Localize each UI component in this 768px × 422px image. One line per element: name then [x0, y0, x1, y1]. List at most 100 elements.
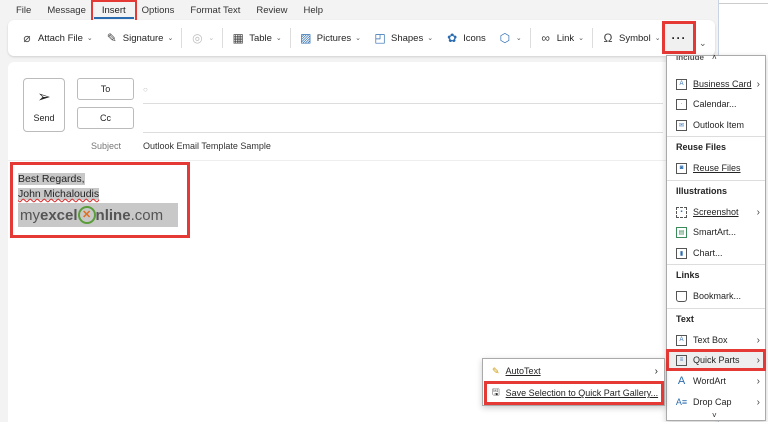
item-label: Drop Cap	[693, 397, 732, 407]
item-label: Calendar...	[693, 99, 737, 109]
pictures-button[interactable]: ▨ Pictures ⌄	[293, 25, 367, 51]
item-label: Business Card	[693, 79, 752, 89]
tab-help[interactable]: Help	[296, 3, 332, 19]
text-heading: Text	[676, 314, 694, 324]
more-options-button[interactable]: ···	[662, 21, 696, 54]
menu-chart[interactable]: ▮ Chart...	[667, 243, 765, 263]
business-card-icon: A	[676, 78, 687, 90]
signature-label: Signature	[122, 32, 164, 44]
divider	[143, 132, 663, 133]
item-label: WordArt	[693, 376, 726, 386]
subject-field[interactable]: Outlook Email Template Sample	[143, 141, 271, 151]
include-heading: Include	[676, 56, 705, 62]
menu-outlook-item[interactable]: ✉ Outlook Item	[667, 115, 765, 135]
attach-file-button[interactable]: ⌀ Attach File ⌄	[14, 25, 99, 51]
cc-field[interactable]	[143, 104, 663, 132]
attach-label: Attach File	[38, 32, 83, 44]
item-label: Chart...	[693, 248, 723, 258]
smartart-icon: ▤	[676, 226, 687, 238]
shapes-icon: ◰	[374, 31, 386, 45]
expand-ribbon-chevron-icon[interactable]: ⌄	[699, 38, 707, 49]
shapes-button[interactable]: ◰ Shapes ⌄	[367, 25, 439, 51]
menu-wordart[interactable]: A WordArt ›	[667, 371, 765, 391]
picture-icon: ▨	[300, 31, 312, 45]
scroll-down-icon[interactable]: ˅	[712, 411, 717, 420]
item-label: Text Box	[693, 335, 728, 345]
ribbon-toolbar: ⌀ Attach File ⌄ ✎ Signature ⌄ ◎ ⌄ ▦ Table ⌄ ▨ Pi…	[8, 20, 715, 56]
item-label: Save Selection to Quick Part Gallery...	[505, 388, 659, 398]
icons-button[interactable]: ✿ Icons	[439, 25, 492, 51]
menu-business-card[interactable]: A Business Card ›	[667, 74, 765, 94]
save-icon: 🖫	[492, 387, 500, 397]
menu-calendar[interactable]: · Calendar...	[667, 94, 765, 114]
table-button[interactable]: ▦ Table ⌄	[225, 25, 288, 51]
reuse-files-icon: ◙	[676, 162, 687, 174]
tab-options[interactable]: Options	[134, 3, 183, 19]
symbol-button[interactable]: Ω Symbol ⌄	[595, 25, 667, 51]
links-heading: Links	[676, 270, 700, 280]
item-label: Reuse Files	[693, 163, 741, 173]
tab-message[interactable]: Message	[39, 3, 94, 19]
menu-autotext[interactable]: ✎ AutoText ›	[486, 361, 662, 381]
tab-format-text[interactable]: Format Text	[182, 3, 248, 19]
cube-icon: ⬡	[499, 31, 511, 45]
company-logo: myexcel ✕ nline .com	[18, 203, 178, 227]
signature-icon: ✎	[106, 31, 117, 45]
loop-button[interactable]: ◎ ⌄	[184, 25, 220, 51]
signature-button[interactable]: ✎ Signature ⌄	[99, 25, 180, 51]
loop-icon: ◎	[192, 31, 203, 45]
signature-line-2: John Michaloudis	[18, 188, 100, 200]
divider	[8, 160, 715, 161]
screenshot-icon: ▪	[676, 206, 687, 218]
scroll-up-icon[interactable]: ˄	[712, 53, 717, 62]
menu-quick-parts[interactable]: ≡ Quick Parts ›	[666, 349, 766, 371]
signature-line-1: Best Regards,	[18, 173, 85, 185]
tab-review[interactable]: Review	[248, 3, 295, 19]
item-label: Screenshot	[693, 207, 739, 217]
outlook-item-icon: ✉	[676, 119, 687, 131]
menu-screenshot[interactable]: ▪ Screenshot ›	[667, 202, 765, 222]
send-button[interactable]: ➢ Send	[23, 78, 65, 132]
paperclip-icon: ⌀	[23, 31, 31, 45]
ribbon-tabs: File Message Insert Options Format Text …	[8, 0, 332, 22]
send-icon: ➢	[37, 89, 51, 106]
link-label: Link	[556, 32, 575, 44]
item-label: SmartArt...	[693, 227, 737, 237]
item-label: Quick Parts	[693, 355, 740, 365]
omega-icon: Ω	[603, 31, 613, 45]
to-field[interactable]	[143, 78, 663, 103]
link-button[interactable]: ∞ Link ⌄	[533, 25, 590, 51]
menu-reuse-files[interactable]: ◙ Reuse Files	[667, 158, 765, 178]
menu-bookmark[interactable]: Bookmark...	[667, 286, 765, 306]
reuse-files-heading: Reuse Files	[676, 142, 727, 152]
subject-label: Subject	[91, 141, 122, 151]
autotext-icon: ✎	[492, 365, 500, 376]
menu-save-selection[interactable]: 🖫 Save Selection to Quick Part Gallery...	[484, 381, 664, 405]
send-label: Send	[33, 113, 55, 123]
to-button[interactable]: To	[77, 78, 134, 100]
3d-models-button[interactable]: ⬡ ⌄	[492, 25, 528, 51]
wordart-icon: A	[677, 375, 686, 387]
menu-drop-cap[interactable]: A≡ Drop Cap ›	[667, 392, 765, 412]
text-box-icon: A	[676, 334, 687, 346]
table-label: Table	[249, 32, 272, 44]
menu-smartart[interactable]: ▤ SmartArt...	[667, 222, 765, 242]
tab-insert[interactable]: Insert	[90, 0, 137, 22]
pictures-label: Pictures	[316, 32, 352, 44]
item-label: AutoText	[505, 366, 541, 376]
link-icon: ∞	[541, 31, 550, 45]
table-icon: ▦	[232, 31, 244, 45]
drop-cap-icon: A≡	[675, 397, 688, 407]
bookmark-icon	[676, 290, 687, 302]
cc-button[interactable]: Cc	[77, 107, 134, 129]
item-label: Outlook Item	[693, 120, 745, 130]
menu-text-box[interactable]: A Text Box ›	[667, 330, 765, 350]
illustrations-heading: Illustrations	[676, 186, 728, 196]
more-options-menu: Include ˄ A Business Card › · Calendar... ✉…	[666, 53, 766, 421]
tab-file[interactable]: File	[8, 3, 39, 19]
quick-parts-icon: ≡	[676, 354, 687, 366]
icons-icon: ✿	[447, 31, 458, 45]
item-label: Bookmark...	[693, 291, 742, 301]
calendar-icon: ·	[676, 98, 687, 110]
email-body[interactable]: Best Regards, John Michaloudis	[18, 172, 100, 202]
